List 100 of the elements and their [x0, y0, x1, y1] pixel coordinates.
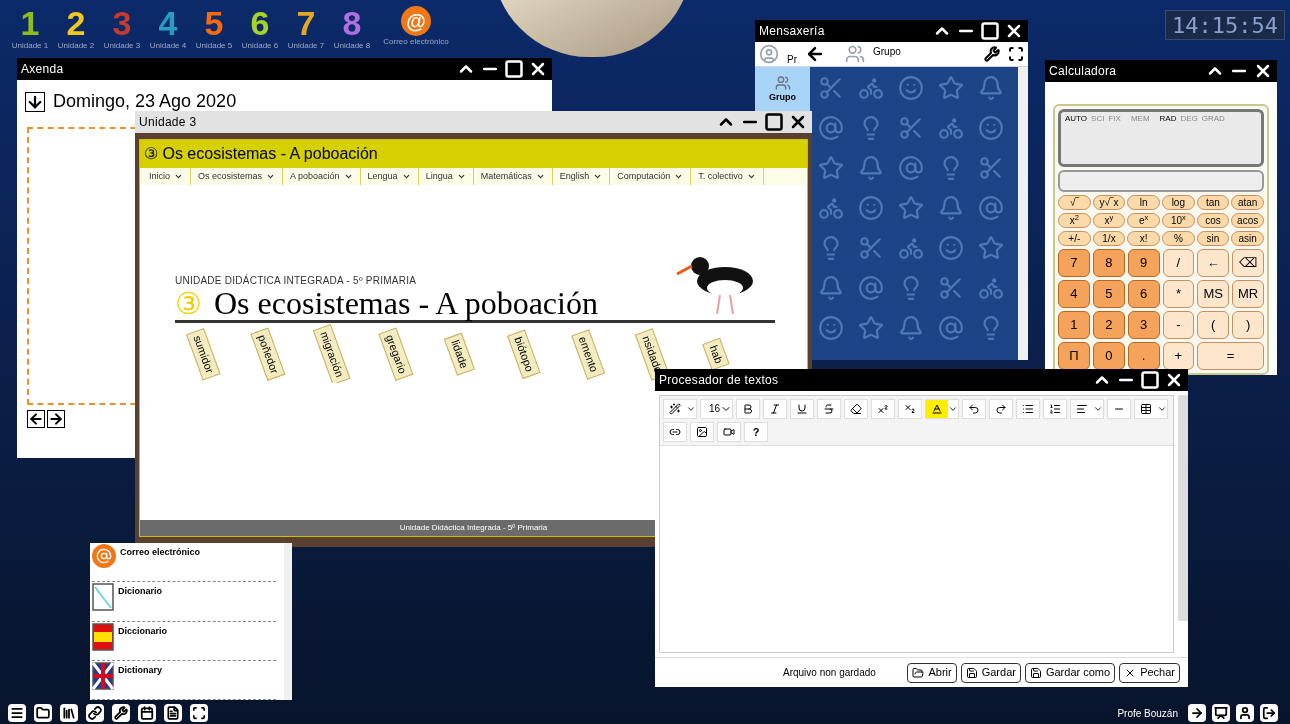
- unit-number-icon[interactable]: 2: [66, 6, 86, 40]
- calculator-key[interactable]: 4: [1058, 280, 1090, 308]
- function-key[interactable]: x!: [1127, 231, 1160, 246]
- function-key[interactable]: atan: [1231, 195, 1264, 210]
- function-key[interactable]: asin: [1231, 231, 1264, 246]
- scrollbar[interactable]: [284, 543, 292, 700]
- launcher-item[interactable]: Dictionary: [92, 660, 276, 700]
- unit-number-icon[interactable]: 1: [20, 6, 40, 40]
- icon-caption: Unidade 3: [103, 40, 141, 52]
- menu-item[interactable]: Computación: [610, 168, 692, 185]
- calculator-key[interactable]: +: [1162, 342, 1195, 370]
- menu-item[interactable]: Os ecosistemas: [191, 168, 284, 185]
- function-key[interactable]: acos: [1231, 213, 1264, 228]
- function-key[interactable]: log: [1162, 195, 1195, 210]
- scrollbar[interactable]: [1018, 67, 1028, 360]
- maximize-icon[interactable]: [764, 112, 784, 132]
- calculator-key[interactable]: ): [1232, 311, 1264, 339]
- calculator-key[interactable]: 1: [1058, 311, 1090, 339]
- calculator-key[interactable]: 9: [1127, 249, 1160, 277]
- calculator-key[interactable]: /: [1162, 249, 1195, 277]
- caret-icon: [266, 172, 276, 181]
- menu-item[interactable]: Matemáticas: [473, 168, 553, 185]
- calculator-key[interactable]: 8: [1092, 249, 1125, 277]
- fullscreen-icon[interactable]: [1008, 46, 1024, 62]
- logout-icon[interactable]: [1260, 704, 1278, 722]
- document-icon[interactable]: [164, 704, 182, 722]
- function-key[interactable]: %: [1162, 231, 1195, 246]
- launcher-item[interactable]: Diccionario: [92, 621, 276, 661]
- highlight-icon[interactable]: [926, 400, 949, 418]
- function-key[interactable]: 1/x: [1092, 231, 1126, 246]
- icon-caption: Unidade 8: [333, 40, 371, 52]
- calculator-key[interactable]: 5: [1092, 280, 1125, 308]
- launcher-item[interactable]: Dicionario: [92, 582, 276, 622]
- menu-item[interactable]: T. colectivo: [691, 168, 764, 185]
- input-field[interactable]: [1058, 170, 1264, 192]
- calculator-key[interactable]: (: [1197, 311, 1230, 339]
- calculator-key[interactable]: 0: [1092, 342, 1125, 370]
- presentation-icon[interactable]: [1212, 704, 1230, 722]
- menu-item[interactable]: A poboación: [283, 168, 361, 185]
- function-key[interactable]: x$^{2}$: [1058, 213, 1091, 228]
- menu-item[interactable]: Lengua: [360, 168, 419, 185]
- contact-item[interactable]: Grupo: [755, 67, 810, 112]
- function-key[interactable]: sin: [1196, 231, 1230, 246]
- group-icon: [774, 74, 791, 91]
- folder-icon[interactable]: [34, 704, 52, 722]
- menu-item[interactable]: Lingua: [418, 168, 474, 185]
- launcher-item[interactable]: Correo electrónico: [92, 543, 276, 583]
- action-button[interactable]: Gardar como: [1024, 662, 1116, 683]
- calculator-key[interactable]: Π: [1058, 342, 1090, 370]
- user-icon[interactable]: [1236, 704, 1254, 722]
- function-key[interactable]: cos: [1196, 213, 1230, 228]
- unit-number-icon[interactable]: 6: [250, 6, 270, 40]
- link-icon[interactable]: [86, 704, 104, 722]
- function-key[interactable]: x$^{y}$: [1092, 213, 1126, 228]
- function-key[interactable]: y√‾x: [1092, 195, 1126, 210]
- calculator-key[interactable]: 2: [1092, 311, 1125, 339]
- calculator-key[interactable]: ←: [1197, 249, 1230, 277]
- action-button[interactable]: Gardar: [960, 662, 1021, 683]
- calculator-key[interactable]: 3: [1127, 311, 1160, 339]
- calculator-key[interactable]: *: [1162, 280, 1195, 308]
- calculator-key[interactable]: .: [1127, 342, 1160, 370]
- scrollbar[interactable]: [1178, 395, 1188, 621]
- menu-item[interactable]: Inicio: [142, 168, 191, 185]
- function-key[interactable]: √‾: [1058, 195, 1091, 210]
- user-avatar-icon[interactable]: [759, 44, 779, 64]
- function-key[interactable]: 10$^{x}$: [1162, 213, 1195, 228]
- word-tag: hab: [702, 337, 730, 371]
- books-icon[interactable]: [60, 704, 78, 722]
- open-icon: [912, 666, 925, 679]
- previous-button[interactable]: [27, 410, 45, 428]
- function-key[interactable]: ln: [1127, 195, 1160, 210]
- action-button[interactable]: Pechar: [1119, 662, 1180, 683]
- caret-icon: [174, 172, 183, 181]
- back-icon[interactable]: [805, 44, 825, 64]
- fullscreen-icon[interactable]: [190, 704, 208, 722]
- unit-number-icon[interactable]: 8: [342, 6, 362, 40]
- icon-caption: Unidade 4: [149, 40, 187, 52]
- action-button[interactable]: Abrir: [907, 662, 957, 683]
- calendar-icon[interactable]: [138, 704, 156, 722]
- tools-icon[interactable]: [112, 704, 130, 722]
- calculator-key[interactable]: 6: [1127, 280, 1160, 308]
- unit-number-icon[interactable]: 7: [296, 6, 316, 40]
- calculator-key[interactable]: MS: [1197, 280, 1230, 308]
- unit-number-icon[interactable]: 4: [158, 6, 178, 40]
- next-button[interactable]: [47, 410, 65, 428]
- function-key[interactable]: e$^{x}$: [1127, 213, 1160, 228]
- unit-number-icon[interactable]: 5: [204, 6, 224, 40]
- function-key[interactable]: tan: [1196, 195, 1230, 210]
- calculator-key[interactable]: ⌫: [1232, 249, 1264, 277]
- settings-icon[interactable]: [984, 46, 1000, 62]
- help-button[interactable]: ?: [744, 422, 768, 442]
- dropdown-button[interactable]: [25, 91, 45, 112]
- menu-item[interactable]: English: [552, 168, 611, 185]
- calculator-key[interactable]: -: [1162, 311, 1195, 339]
- caret-icon: [674, 172, 684, 181]
- calculator-key[interactable]: =: [1197, 342, 1264, 370]
- calculator-key[interactable]: 7: [1058, 249, 1090, 277]
- function-key[interactable]: +/-: [1058, 231, 1091, 246]
- menu-icon[interactable]: [8, 704, 26, 722]
- calculator-key[interactable]: MR: [1232, 280, 1264, 308]
